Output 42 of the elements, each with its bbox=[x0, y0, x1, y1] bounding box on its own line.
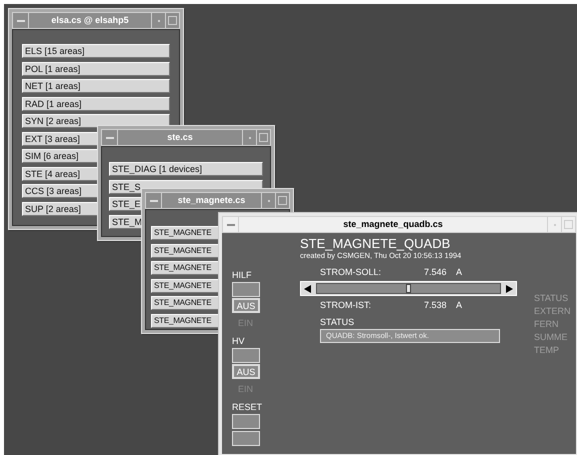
current-slider[interactable] bbox=[300, 281, 517, 296]
slider-thumb[interactable] bbox=[406, 284, 410, 293]
window-title: ste_magnete_quadb.cs bbox=[342, 218, 444, 231]
indicator-label: STATUS bbox=[534, 292, 570, 305]
list-button[interactable]: POL [1 areas] bbox=[22, 62, 170, 76]
reset-confirm-button[interactable] bbox=[232, 431, 260, 446]
list-button[interactable]: ELS [15 areas] bbox=[22, 44, 170, 58]
square-icon bbox=[259, 133, 268, 142]
indicator-label: SUMME bbox=[534, 331, 568, 344]
status-label: STATUS bbox=[320, 317, 356, 328]
actual-value: 7.538 bbox=[424, 299, 448, 312]
window-title: elsa.cs @ elsahp5 bbox=[50, 14, 130, 27]
maximize-button[interactable] bbox=[165, 13, 179, 28]
setpoint-label: STROM-SOLL: bbox=[320, 266, 382, 280]
square-icon bbox=[564, 220, 573, 229]
list-button[interactable]: STE_DIAG [1 devices] bbox=[109, 162, 263, 176]
minus-icon bbox=[150, 200, 158, 202]
maximize-button[interactable] bbox=[561, 217, 575, 232]
indicator-button[interactable] bbox=[232, 282, 260, 297]
indicator-label: EXTERN bbox=[534, 305, 571, 318]
right-arrow-icon bbox=[506, 284, 513, 292]
list-button[interactable]: NET [1 areas] bbox=[22, 79, 170, 93]
minus-icon bbox=[106, 136, 114, 138]
panel-heading: STE_MAGNETE_QUADB bbox=[300, 236, 452, 251]
reset-label: RESET bbox=[232, 402, 264, 413]
unit-label: A bbox=[456, 299, 462, 312]
minus-icon bbox=[226, 224, 234, 226]
indicator-button[interactable] bbox=[232, 348, 260, 363]
list-button[interactable]: RAD [1 areas] bbox=[22, 96, 170, 110]
group-label: HV bbox=[232, 336, 246, 347]
actual-label: STROM-IST: bbox=[320, 299, 372, 312]
square-icon bbox=[168, 16, 177, 25]
maximize-button[interactable] bbox=[256, 130, 270, 145]
reset-button[interactable] bbox=[232, 414, 260, 429]
indicator-label: TEMP bbox=[534, 344, 560, 357]
setpoint-value: 7.546 bbox=[424, 266, 448, 280]
unit-label: A bbox=[456, 266, 462, 280]
maximize-button[interactable] bbox=[275, 193, 289, 208]
window-title: ste_magnete.cs bbox=[176, 194, 246, 207]
square-icon bbox=[278, 196, 287, 205]
indicator-label: FERN bbox=[534, 318, 560, 331]
minus-icon bbox=[16, 20, 24, 22]
